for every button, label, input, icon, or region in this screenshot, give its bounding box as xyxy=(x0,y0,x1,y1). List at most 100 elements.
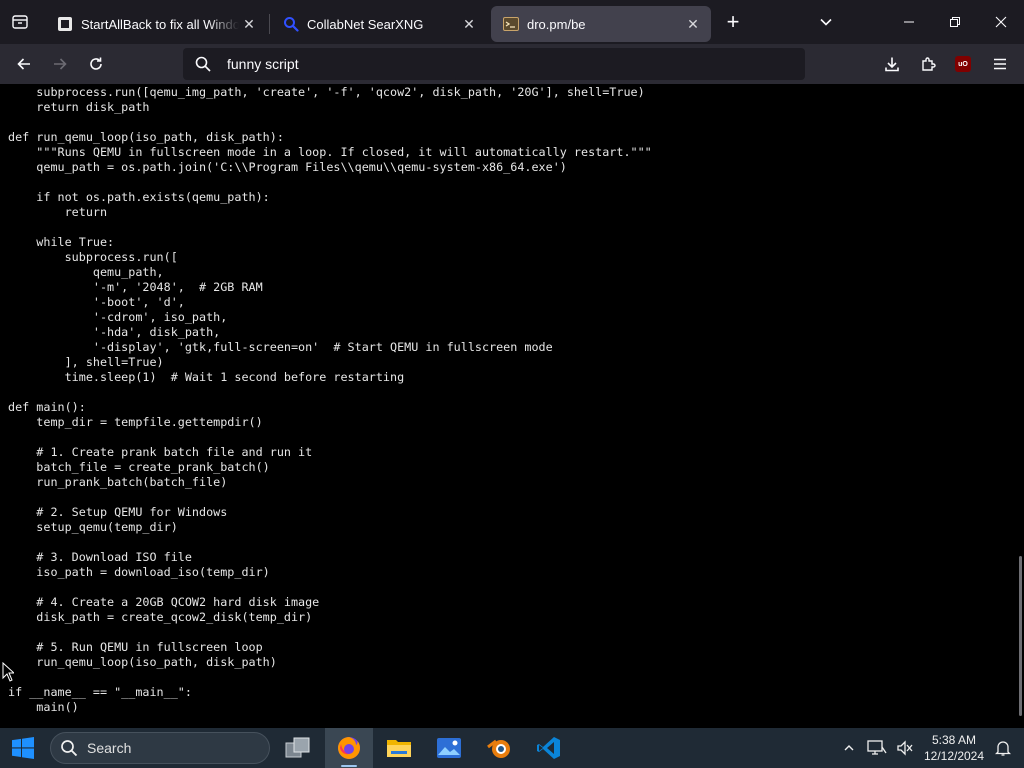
tab-strip: StartAllBack to fix all Windows 1 ✕ Coll… xyxy=(0,0,1024,44)
url-bar[interactable] xyxy=(183,48,805,80)
page-content: subprocess.run([qemu_img_path, 'create',… xyxy=(0,84,1024,728)
taskbar-vscode[interactable] xyxy=(525,728,573,768)
taskbar-firefox[interactable] xyxy=(325,728,373,768)
code-line: subprocess.run([qemu_img_path, 'create',… xyxy=(8,85,645,99)
close-tab-icon[interactable]: ✕ xyxy=(683,14,703,34)
code-line: def run_qemu_loop(iso_path, disk_path): xyxy=(8,130,284,144)
close-window-button[interactable] xyxy=(978,0,1024,44)
scrollbar[interactable] xyxy=(1018,84,1024,728)
code-line: def main(): xyxy=(8,400,86,414)
code-line: '-m', '2048', # 2GB RAM xyxy=(8,280,263,294)
code-line: if __name__ == "__main__": xyxy=(8,685,192,699)
taskbar-search-label: Search xyxy=(87,740,132,756)
chevron-down-icon xyxy=(820,18,832,26)
code-line: qemu_path = os.path.join('C:\\Program Fi… xyxy=(8,160,567,174)
monitor-icon xyxy=(867,740,887,755)
new-tab-button[interactable]: + xyxy=(717,6,749,38)
chevron-up-icon xyxy=(844,745,854,751)
arrow-right-icon xyxy=(54,58,67,70)
startallback-icon xyxy=(57,16,73,32)
reload-button[interactable] xyxy=(80,48,112,80)
close-tab-icon[interactable]: ✕ xyxy=(239,14,259,34)
speaker-muted-icon xyxy=(897,740,913,756)
tab-dro-pm[interactable]: dro.pm/be ✕ xyxy=(491,6,711,42)
close-tab-icon[interactable]: ✕ xyxy=(459,14,479,34)
search-icon xyxy=(51,739,87,757)
ublock-origin-icon[interactable]: uO xyxy=(955,56,971,72)
taskbar-search-box[interactable]: Search xyxy=(50,732,270,764)
task-view-button[interactable] xyxy=(274,728,322,768)
start-button[interactable] xyxy=(0,728,46,768)
menu-button[interactable] xyxy=(984,48,1016,80)
show-hidden-icons-button[interactable] xyxy=(838,728,860,768)
forward-button[interactable] xyxy=(44,48,76,80)
code-block: subprocess.run([qemu_img_path, 'create',… xyxy=(8,85,652,715)
taskbar-file-explorer[interactable] xyxy=(375,728,423,768)
firefox-view-icon xyxy=(12,15,28,29)
blender-icon xyxy=(487,739,510,758)
code-line: # 1. Create prank batch file and run it xyxy=(8,445,313,459)
back-button[interactable] xyxy=(8,48,40,80)
task-view-icon xyxy=(285,737,310,758)
code-line: qemu_path, xyxy=(8,265,164,279)
code-line: # 5. Run QEMU in fullscreen loop xyxy=(8,640,263,654)
tab-title: CollabNet SearXNG xyxy=(307,16,424,32)
taskbar-blender[interactable] xyxy=(475,728,523,768)
tray-network-status[interactable] xyxy=(864,728,890,768)
firefox-view-button[interactable] xyxy=(0,0,40,44)
code-line: ], shell=True) xyxy=(8,355,164,369)
code-line: iso_path = download_iso(temp_dir) xyxy=(8,565,270,579)
tab-searxng[interactable]: CollabNet SearXNG ✕ xyxy=(271,6,487,42)
extensions-button[interactable] xyxy=(912,48,944,80)
downloads-button[interactable] xyxy=(876,48,908,80)
taskbar: Search 5:38 AM 12/12/2024 xyxy=(0,728,1024,768)
code-line: """Runs QEMU in fullscreen mode in a loo… xyxy=(8,145,652,159)
code-line: # 4. Create a 20GB QCOW2 hard disk image xyxy=(8,595,320,609)
tab-separator xyxy=(269,14,270,34)
minimize-button[interactable] xyxy=(886,0,932,44)
restore-button[interactable] xyxy=(932,0,978,44)
code-line: while True: xyxy=(8,235,115,249)
arrow-left-icon xyxy=(17,58,30,70)
code-line: run_qemu_loop(iso_path, disk_path) xyxy=(8,655,277,669)
code-line: if not os.path.exists(qemu_path): xyxy=(8,190,270,204)
url-input[interactable] xyxy=(223,56,805,72)
scrollbar-thumb[interactable] xyxy=(1019,556,1022,716)
reload-icon xyxy=(90,57,102,70)
mouse-pointer-icon xyxy=(2,661,16,687)
code-line: time.sleep(1) # Wait 1 second before res… xyxy=(8,370,405,384)
code-line: main() xyxy=(8,700,79,714)
windows-logo-icon xyxy=(12,737,34,759)
puzzle-icon xyxy=(922,57,936,71)
bell-icon xyxy=(995,741,1011,756)
firefox-icon xyxy=(338,737,360,759)
clock-time: 5:38 AM xyxy=(931,733,977,747)
taskbar-photos[interactable] xyxy=(425,728,473,768)
hamburger-menu-icon xyxy=(994,58,1006,70)
active-indicator xyxy=(341,765,357,767)
notifications-button[interactable] xyxy=(990,728,1016,768)
tab-startallback[interactable]: StartAllBack to fix all Windows 1 ✕ xyxy=(45,6,270,42)
clock-date: 12/12/2024 xyxy=(923,749,985,763)
tray-volume[interactable] xyxy=(892,728,918,768)
list-all-tabs-button[interactable] xyxy=(810,6,842,38)
download-icon xyxy=(885,57,899,72)
code-line: disk_path = create_qcow2_disk(temp_dir) xyxy=(8,610,313,624)
code-line: temp_dir = tempfile.gettempdir() xyxy=(8,415,263,429)
tab-title: StartAllBack to fix all Windows 1 xyxy=(81,16,239,32)
minimize-icon xyxy=(904,21,914,23)
code-line: '-display', 'gtk,full-screen=on' # Start… xyxy=(8,340,553,354)
taskbar-clock[interactable]: 5:38 AM 12/12/2024 xyxy=(920,732,988,764)
close-icon xyxy=(995,16,1007,28)
terminal-icon xyxy=(503,16,519,32)
code-line: '-boot', 'd', xyxy=(8,295,185,309)
